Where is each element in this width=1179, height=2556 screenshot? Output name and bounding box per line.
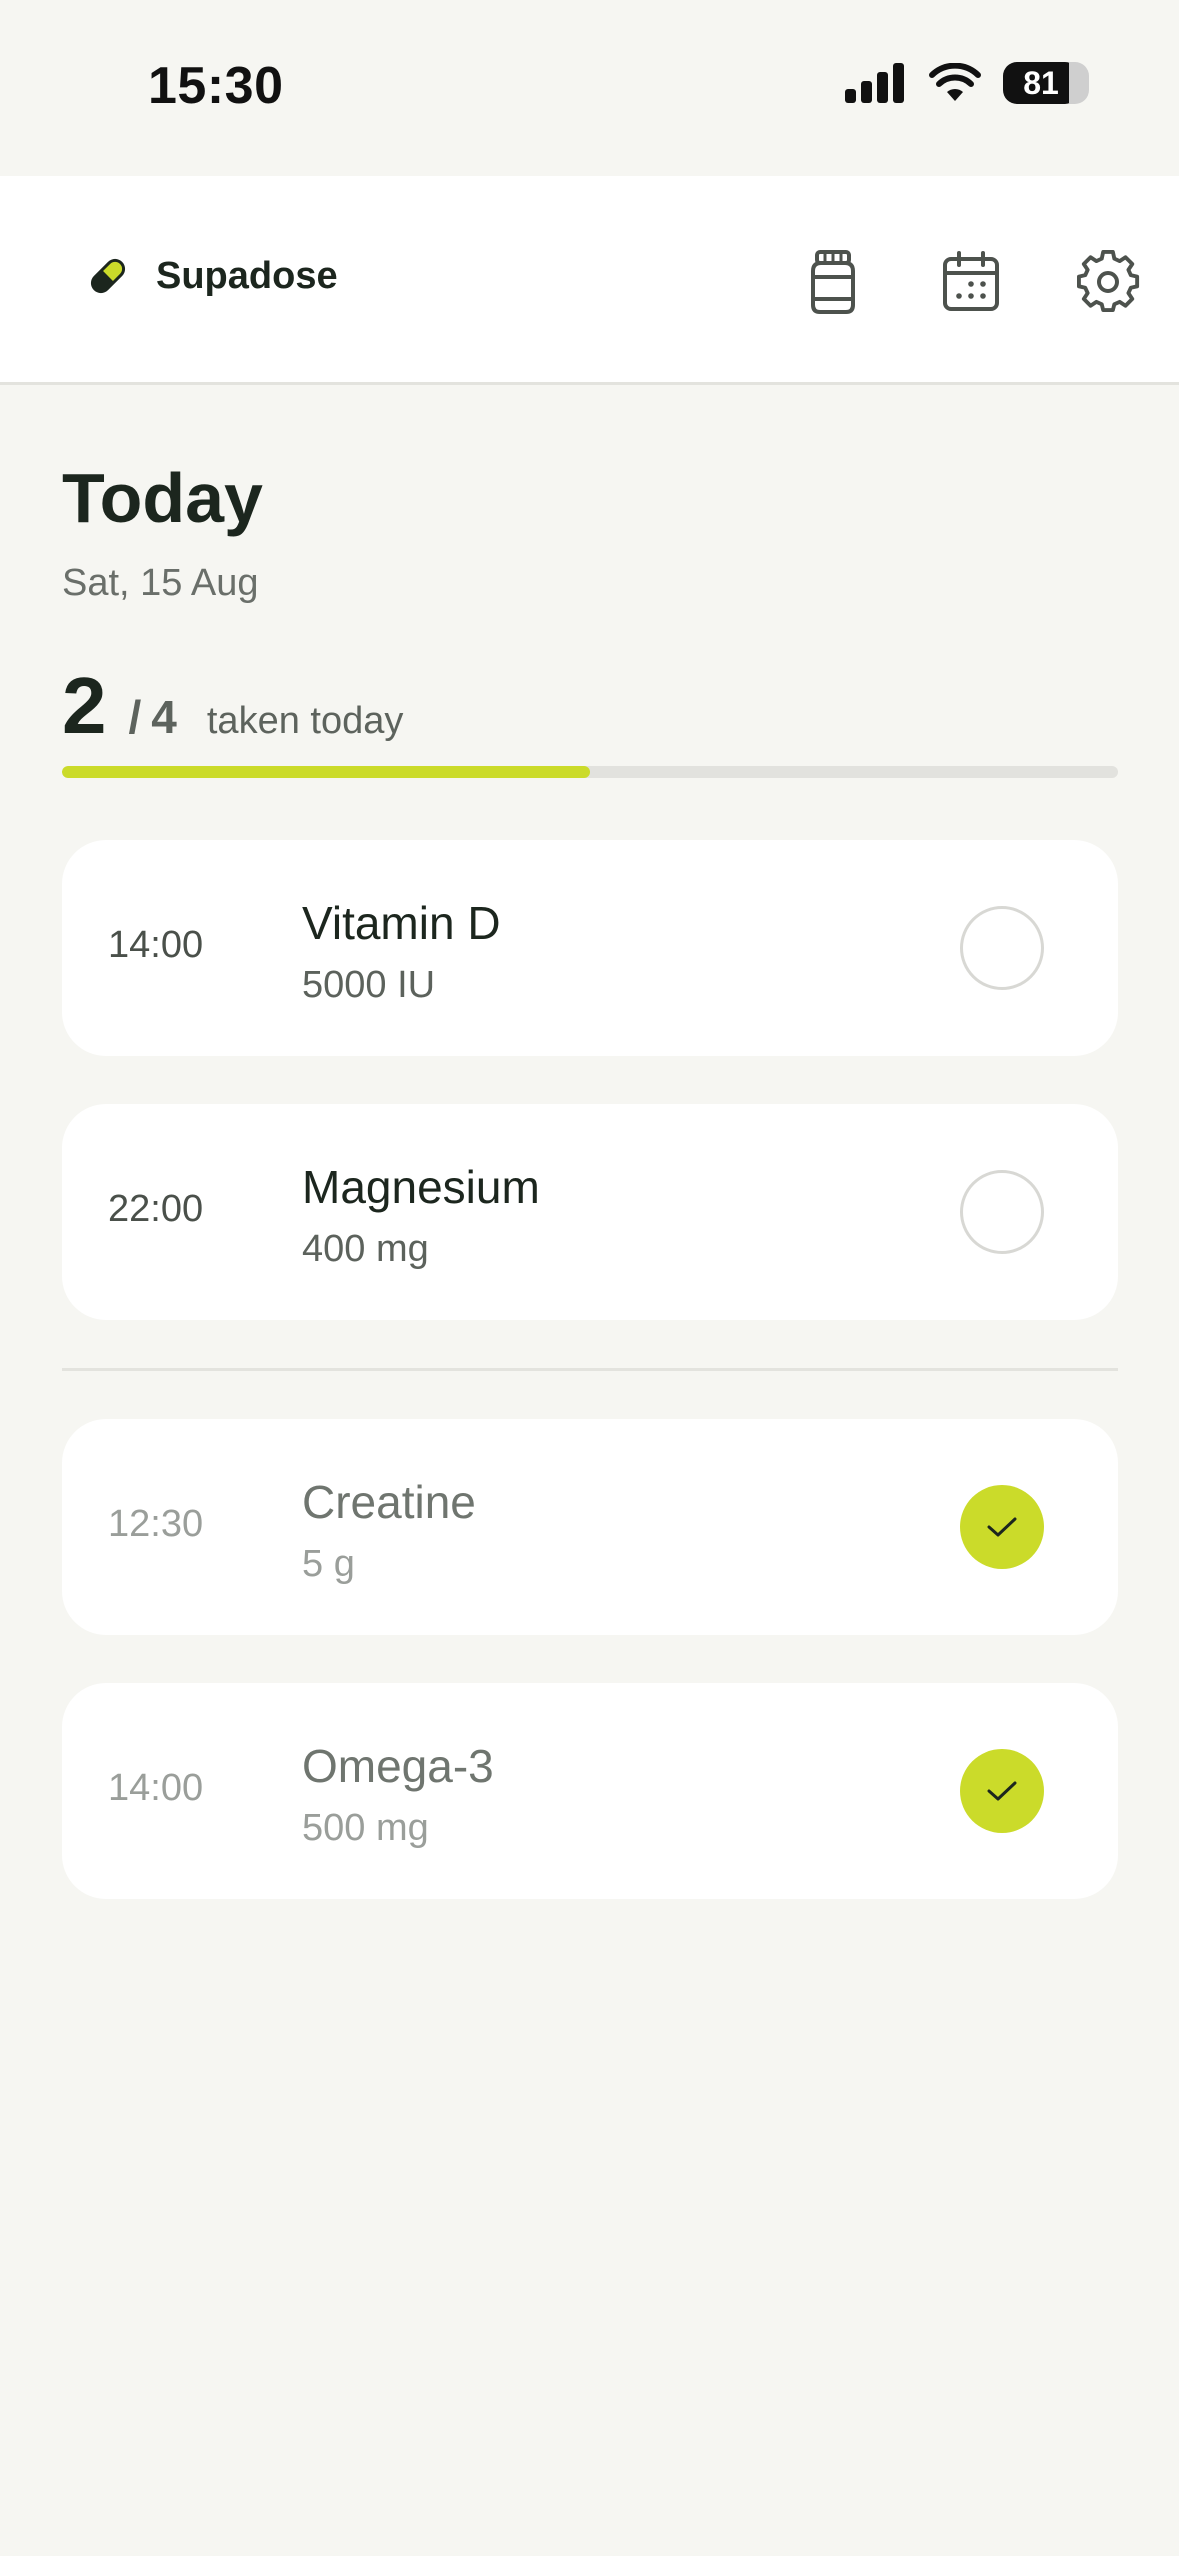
gear-icon <box>1077 250 1140 313</box>
battery-level: 81 <box>1023 64 1059 101</box>
dose-time: 14:00 <box>108 924 204 966</box>
supplement-name: Vitamin D <box>302 897 501 949</box>
dose-time: 14:00 <box>108 1767 204 1809</box>
settings-button[interactable] <box>1069 242 1149 322</box>
calendar-button[interactable] <box>931 242 1011 322</box>
taken-checkbox-checked[interactable] <box>960 1485 1044 1569</box>
mark-taken-checkbox[interactable] <box>960 906 1044 990</box>
dose-time: 22:00 <box>108 1188 204 1230</box>
dose-card-vitamin-d[interactable]: 14:00 Vitamin D 5000 IU <box>62 840 1118 1056</box>
dose-amount: 400 mg <box>302 1228 429 1270</box>
progress-bar <box>62 766 1118 778</box>
wifi-icon <box>929 63 981 101</box>
dose-amount: 5000 IU <box>302 964 436 1006</box>
dose-card-magnesium[interactable]: 22:00 Magnesium 400 mg <box>62 1104 1118 1320</box>
progress-bar-fill <box>62 766 590 778</box>
taken-checkbox-checked[interactable] <box>960 1749 1044 1833</box>
app-header: Supadose <box>0 176 1179 385</box>
progress-label: taken today <box>206 700 404 742</box>
supplements-button[interactable] <box>793 242 873 322</box>
dose-card-omega-3[interactable]: 14:00 Omega-3 500 mg <box>62 1683 1118 1899</box>
page-title: Today <box>62 459 263 537</box>
progress-summary: 2 / 4 taken today <box>62 660 403 752</box>
section-divider <box>62 1368 1118 1371</box>
app-brand: Supadose <box>86 254 338 298</box>
total-count: 4 <box>151 691 177 743</box>
dose-amount: 500 mg <box>302 1807 429 1849</box>
current-date: Sat, 15 Aug <box>62 562 259 604</box>
dose-amount: 5 g <box>302 1543 355 1585</box>
dose-time: 12:30 <box>108 1503 204 1545</box>
calendar-icon <box>943 251 999 311</box>
battery-indicator: 81 <box>1003 62 1089 104</box>
supplement-jar-icon <box>811 250 855 314</box>
status-icons: 81 <box>845 62 1089 104</box>
app-name: Supadose <box>156 254 338 297</box>
pill-logo-icon <box>90 258 126 294</box>
dose-card-creatine[interactable]: 12:30 Creatine 5 g <box>62 1419 1118 1635</box>
checkmark-icon <box>987 1517 1017 1537</box>
supplement-name: Magnesium <box>302 1161 540 1213</box>
status-bar: 15:30 81 <box>0 0 1179 176</box>
mark-taken-checkbox[interactable] <box>960 1170 1044 1254</box>
count-separator: / <box>128 691 142 743</box>
supplement-name: Creatine <box>302 1476 476 1528</box>
status-time: 15:30 <box>148 57 284 115</box>
supplement-name: Omega-3 <box>302 1740 494 1792</box>
checkmark-icon <box>987 1781 1017 1801</box>
taken-count: 2 <box>62 661 107 750</box>
signal-icon <box>845 63 904 103</box>
